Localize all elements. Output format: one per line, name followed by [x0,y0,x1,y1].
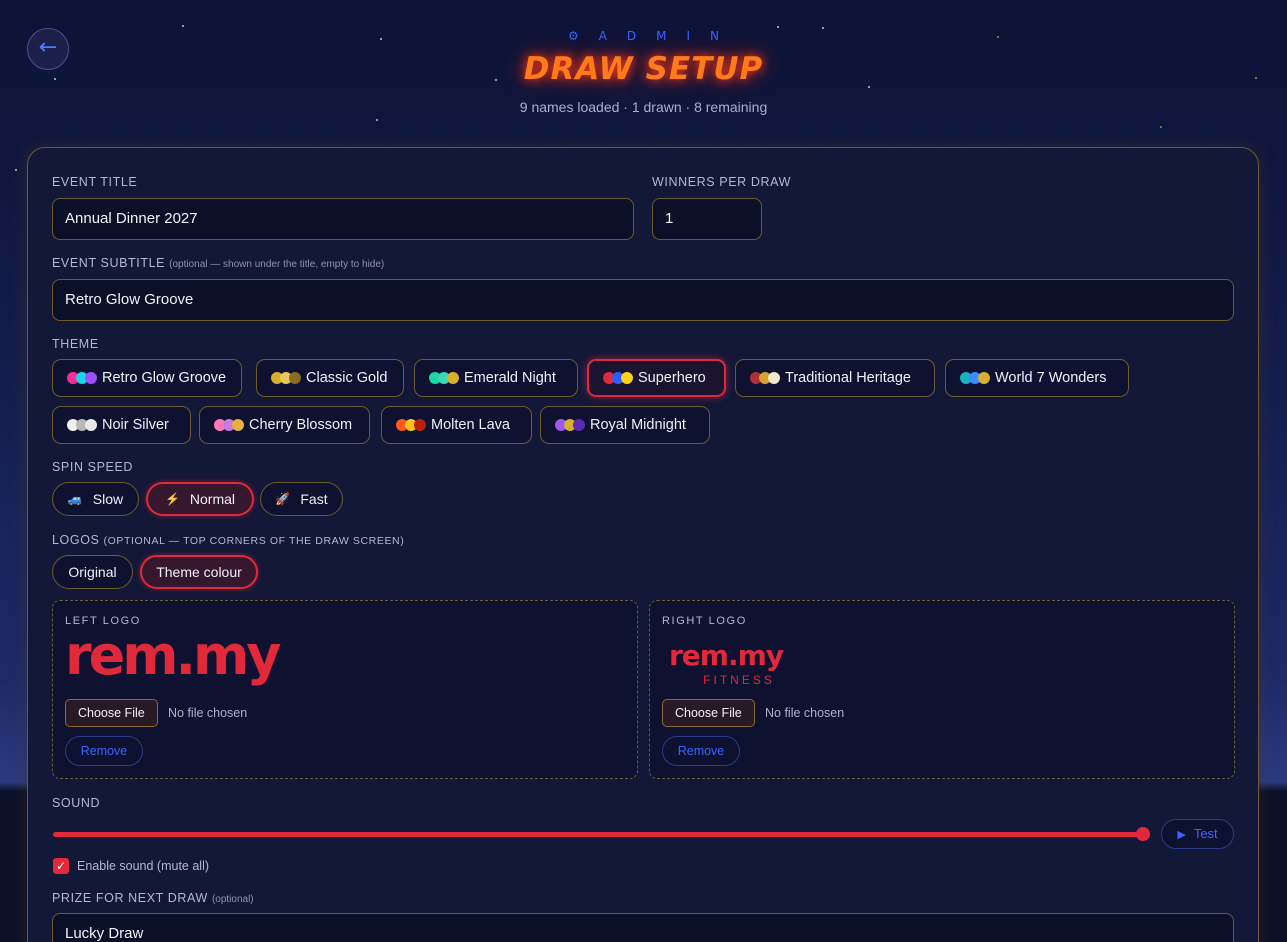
admin-kicker: ⚙ ADMIN [0,29,1287,43]
prize-hint: (optional) [211,894,254,905]
theme-color-dots [555,419,585,431]
star [1160,126,1162,128]
volume-slider-thumb[interactable] [1136,827,1150,841]
right-logo-label: RIGHT LOGO [662,615,747,627]
theme-label: THEME [52,337,99,351]
left-logo-choose-file-button[interactable]: Choose File [65,699,158,727]
theme-color-dots [271,372,301,384]
right-logo-remove-button[interactable]: Remove [662,736,740,766]
right-logo-box: RIGHT LOGO rem.my FITNESS Choose File No… [649,600,1235,779]
theme-option-label: Emerald Night [464,370,556,386]
event-title-input[interactable]: Annual Dinner 2027 [52,198,634,240]
theme-option-royal-midnight[interactable]: Royal Midnight [540,406,710,444]
prize-label: PRIZE FOR NEXT DRAW (optional) [52,891,254,905]
setup-panel: EVENT TITLE Annual Dinner 2027 WINNERS P… [27,147,1259,942]
theme-option-retro-glow-groove[interactable]: Retro Glow Groove [52,359,242,397]
theme-option-label: World 7 Wonders [995,370,1107,386]
lightning-icon: ⚡ [164,492,180,506]
theme-color-dots [396,419,426,431]
prize-input[interactable]: Lucky Draw [52,913,1234,942]
spin-speed-slow[interactable]: 🚙 Slow [52,482,139,516]
left-logo-file-status: No file chosen [168,706,248,720]
theme-option-classic-gold[interactable]: Classic Gold [256,359,404,397]
test-sound-button[interactable]: ▶ Test [1161,819,1234,849]
theme-color-dots [750,372,780,384]
play-icon: ▶ [1177,829,1186,841]
left-logo-remove-button[interactable]: Remove [65,736,143,766]
theme-option-label: Classic Gold [306,370,388,386]
theme-color-dots [960,372,990,384]
volume-slider-track[interactable] [53,832,1143,837]
left-logo-image: rem.my [65,624,282,687]
theme-option-label: Cherry Blossom [249,417,353,433]
theme-option-label: Noir Silver [102,417,169,433]
winners-per-draw-label: WINNERS PER DRAW [652,175,792,189]
star [376,119,378,121]
theme-option-cherry-blossom[interactable]: Cherry Blossom [199,406,370,444]
theme-color-dots [67,372,97,384]
gear-icon: ⚙ [567,29,579,43]
theme-option-label: Superhero [638,370,706,386]
theme-option-world-7-wonders[interactable]: World 7 Wonders [945,359,1129,397]
spin-speed-label: Normal [189,491,236,507]
theme-color-dots [603,372,633,384]
car-icon: 🚙 [67,492,83,506]
logos-hint: (OPTIONAL — TOP CORNERS OF THE DRAW SCRE… [103,535,405,547]
rocket-icon: 🚀 [275,492,291,506]
draw-stats: 9 names loaded · 1 drawn · 8 remaining [519,99,768,115]
theme-color-dots [67,419,97,431]
right-logo-sub: FITNESS [703,673,775,687]
page-header: ⚙ ADMIN DRAW SETUP 9 names loaded · 1 dra… [0,29,1287,115]
right-logo-choose-file-button[interactable]: Choose File [662,699,755,727]
admin-label: ADMIN [598,29,740,43]
logo-style-theme-colour[interactable]: Theme colour [140,555,258,589]
winners-per-draw-input[interactable]: 1 [652,198,762,240]
logos-label: LOGOS (OPTIONAL — TOP CORNERS OF THE DRA… [52,533,405,547]
star [777,26,779,28]
spin-speed-label: SPIN SPEED [52,460,134,474]
theme-color-dots [214,419,244,431]
page-title: DRAW SETUP [523,51,764,87]
theme-color-dots [429,372,459,384]
spin-speed-label: Slow [92,491,124,507]
spin-speed-fast[interactable]: 🚀 Fast [260,482,343,516]
right-logo-text: rem.my [668,639,784,672]
enable-sound-checkbox[interactable]: ✓ [53,858,69,874]
theme-option-label: Molten Lava [431,417,510,433]
logo-style-original[interactable]: Original [52,555,133,589]
event-subtitle-input[interactable]: Retro Glow Groove [52,279,1234,321]
event-subtitle-hint: (optional — shown under the title, empty… [169,259,385,270]
spin-speed-normal[interactable]: ⚡ Normal [146,482,254,516]
event-title-label: EVENT TITLE [52,175,138,189]
theme-option-label: Traditional Heritage [785,370,911,386]
sound-label: SOUND [52,796,101,810]
theme-option-superhero[interactable]: Superhero [587,359,726,397]
event-subtitle-label: EVENT SUBTITLE (optional — shown under t… [52,256,385,270]
theme-option-emerald-night[interactable]: Emerald Night [414,359,578,397]
enable-sound-label: Enable sound (mute all) [77,859,210,873]
theme-option-label: Royal Midnight [590,417,686,433]
theme-option-label: Retro Glow Groove [102,370,227,386]
right-logo-file-status: No file chosen [765,706,845,720]
theme-option-noir-silver[interactable]: Noir Silver [52,406,191,444]
right-logo-image: rem.my FITNESS [662,639,790,687]
theme-option-molten-lava[interactable]: Molten Lava [381,406,532,444]
star [15,169,17,171]
left-logo-box: LEFT LOGO rem.my Choose File No file cho… [52,600,638,779]
spin-speed-label: Fast [300,491,328,507]
star [182,25,184,27]
theme-option-traditional-heritage[interactable]: Traditional Heritage [735,359,935,397]
